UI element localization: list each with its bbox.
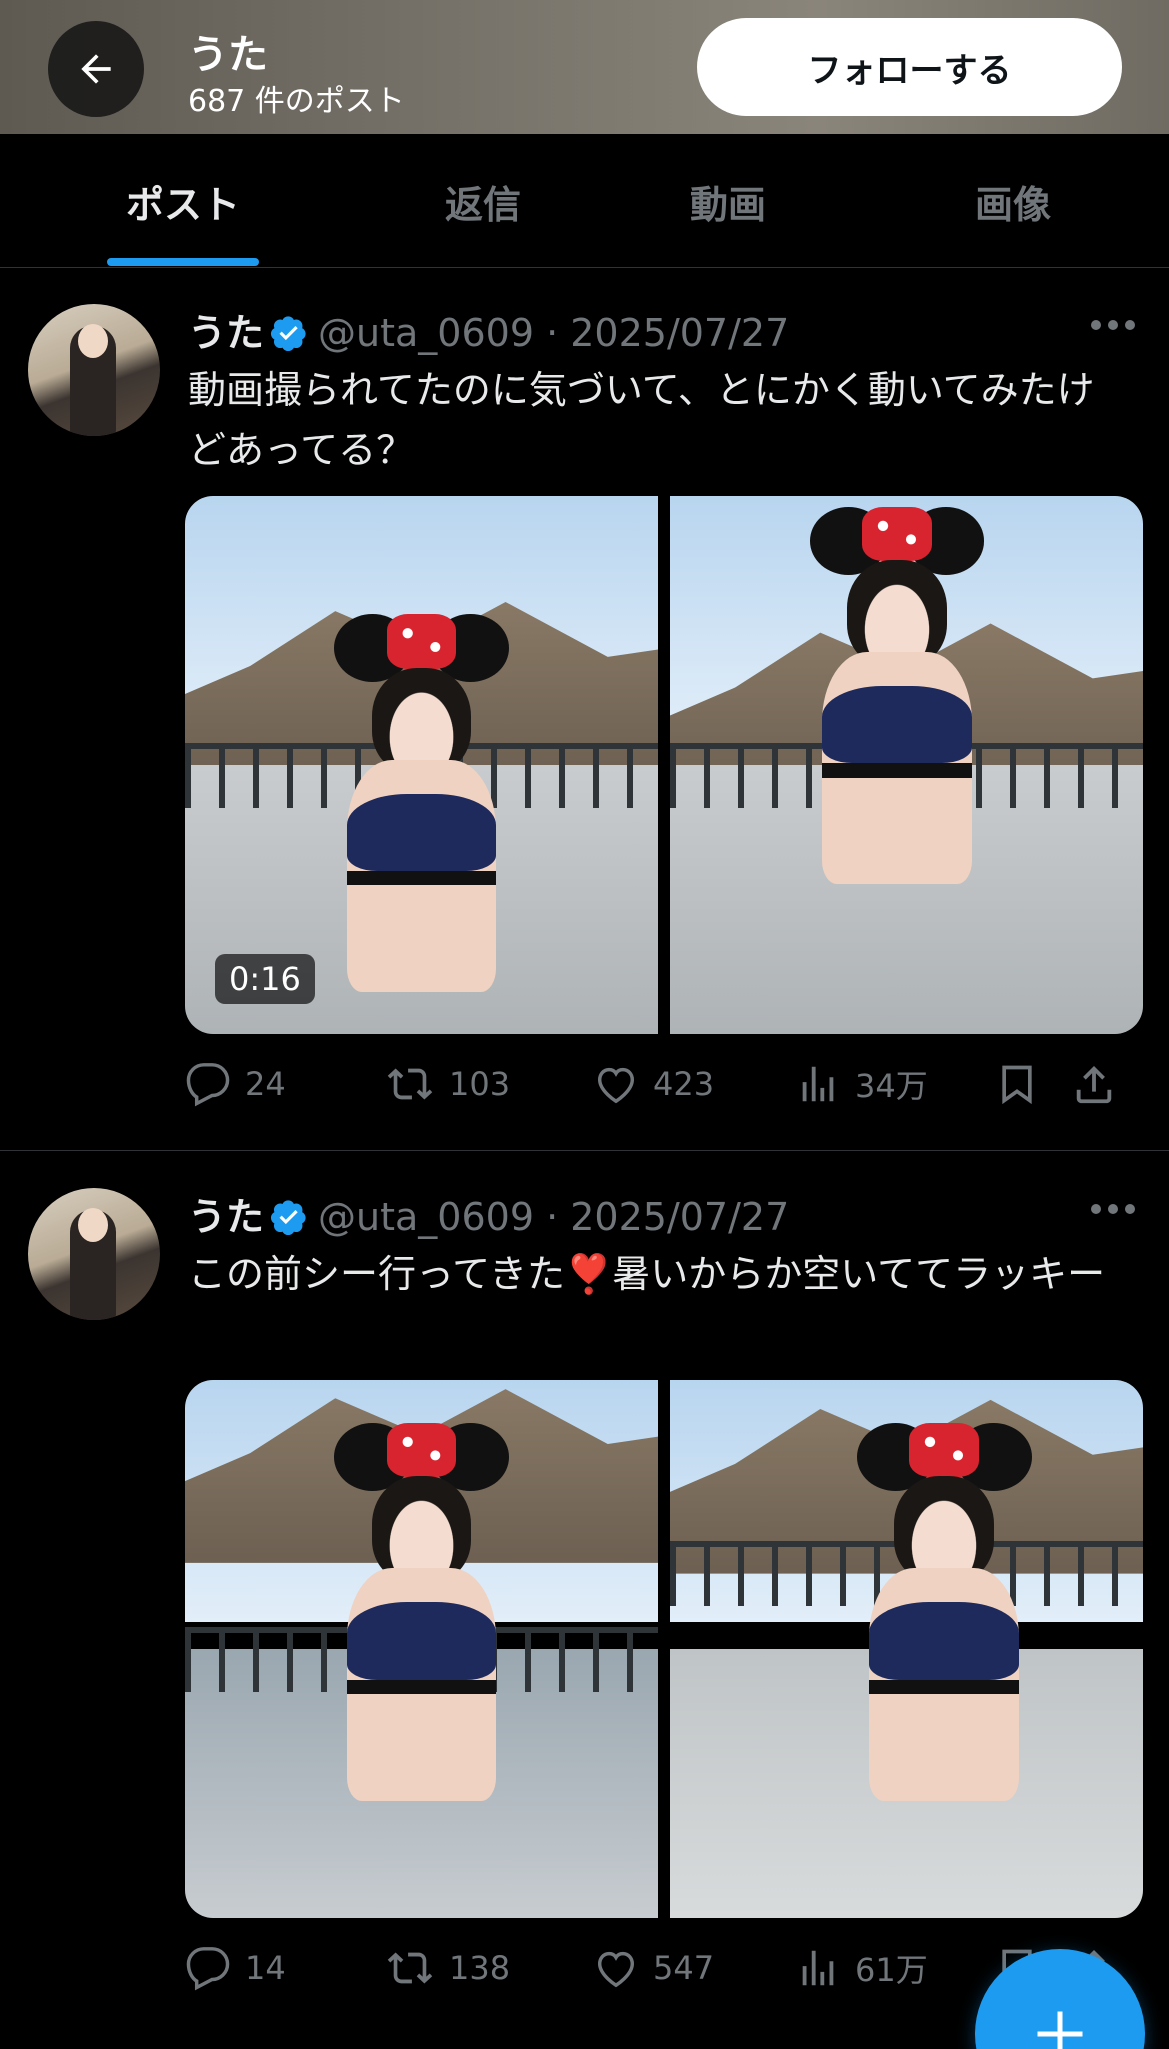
like-button[interactable]: 423 xyxy=(593,1054,714,1114)
tab-videos[interactable]: 動画 xyxy=(605,134,851,268)
reply-icon xyxy=(186,1947,230,1991)
post-image[interactable] xyxy=(670,496,1143,1034)
profile-header: うた 687 件のポスト フォローする xyxy=(0,0,1169,134)
post-text: 動画撮られてたのに気づいて、とにかく動いてみたけどあってる？ xyxy=(188,368,1095,472)
profile-name: うた xyxy=(188,32,268,78)
like-count: 547 xyxy=(653,1949,715,1987)
views-button[interactable]: 34万 xyxy=(795,1054,928,1114)
view-count: 34万 xyxy=(855,1067,928,1105)
post-video-thumbnail[interactable]: 0:16 xyxy=(185,496,658,1034)
repost-button[interactable]: 138 xyxy=(385,1938,510,1998)
avatar[interactable] xyxy=(28,304,160,436)
back-arrow-icon xyxy=(81,54,111,84)
post-media[interactable]: 0:16 xyxy=(185,496,1143,1034)
profile-tabs: ポスト 返信 動画 画像 xyxy=(0,134,1169,268)
tab-posts[interactable]: ポスト xyxy=(60,134,306,268)
repost-button[interactable]: 103 xyxy=(385,1054,510,1114)
reply-icon xyxy=(186,1063,230,1107)
tab-images[interactable]: 画像 xyxy=(890,134,1136,268)
post-meta: うた @uta_0609 · 2025/07/27 xyxy=(188,302,789,361)
post-count: 687 件のポスト xyxy=(188,84,405,119)
bookmark-icon xyxy=(1002,1065,1032,1105)
views-button[interactable]: 61万 xyxy=(795,1938,928,1998)
post-date[interactable]: 2025/07/27 xyxy=(570,311,789,355)
view-count: 61万 xyxy=(855,1951,928,1989)
bookmark-button[interactable] xyxy=(995,1054,1039,1114)
reply-count: 24 xyxy=(245,1065,286,1103)
more-icon[interactable] xyxy=(1091,1204,1135,1216)
more-icon[interactable] xyxy=(1091,320,1135,332)
post-actions: 14 138 547 61万 xyxy=(185,1938,1125,1998)
share-button[interactable] xyxy=(1071,1054,1117,1114)
repost-icon xyxy=(387,1952,433,1984)
tab-replies[interactable]: 返信 xyxy=(360,134,606,268)
post-image[interactable] xyxy=(185,1380,658,1918)
views-icon xyxy=(802,1066,834,1102)
post-image[interactable] xyxy=(670,1380,1143,1918)
post-actions: 24 103 423 34万 xyxy=(185,1054,1125,1114)
verified-badge-icon xyxy=(270,1198,308,1245)
active-tab-indicator xyxy=(107,258,259,266)
like-icon xyxy=(597,1951,635,1988)
post-meta: うた @uta_0609 · 2025/07/27 xyxy=(188,1186,789,1245)
post-text: この前シー行ってきた❣️暑いからか空いててラッキー xyxy=(188,1252,1106,1296)
post-handle: @uta_0609 xyxy=(318,1195,534,1239)
post-author-name[interactable]: うた xyxy=(188,1195,264,1239)
repost-count: 138 xyxy=(449,1949,511,1987)
verified-badge-icon xyxy=(270,314,308,361)
reply-button[interactable]: 14 xyxy=(185,1938,286,1998)
like-button[interactable]: 547 xyxy=(593,1938,714,1998)
like-count: 423 xyxy=(653,1065,715,1103)
reply-button[interactable]: 24 xyxy=(185,1054,286,1114)
post-author-name[interactable]: うた xyxy=(188,311,264,355)
reply-count: 14 xyxy=(245,1949,286,1987)
post-divider xyxy=(0,1150,1169,1151)
back-button[interactable] xyxy=(48,21,144,117)
repost-icon xyxy=(387,1068,433,1100)
follow-button[interactable]: フォローする xyxy=(697,18,1122,116)
repost-count: 103 xyxy=(449,1065,511,1103)
post-date[interactable]: 2025/07/27 xyxy=(570,1195,789,1239)
share-icon xyxy=(1076,1065,1112,1104)
post-media[interactable] xyxy=(185,1380,1143,1918)
post-handle: @uta_0609 xyxy=(318,311,534,355)
views-icon xyxy=(802,1950,834,1986)
video-duration: 0:16 xyxy=(215,954,315,1004)
compose-plus-icon xyxy=(1037,2011,1083,2049)
like-icon xyxy=(597,1067,635,1104)
avatar[interactable] xyxy=(28,1188,160,1320)
